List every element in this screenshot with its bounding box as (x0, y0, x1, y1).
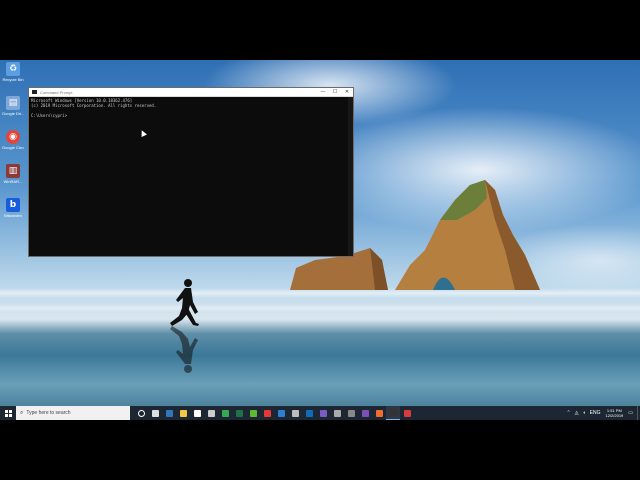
desktop-icon-label: Recycle Bin (2, 77, 24, 82)
system-tray: ⌃ ◬ ◖ ENG 1:51 PM 12/2/2019 ▭ (565, 406, 640, 420)
desktop-icon-google-drive[interactable]: ▤ Google Dri... (2, 96, 24, 116)
network-icon[interactable]: ◬ (575, 410, 579, 416)
console-prompt[interactable]: C:\Users\cypri> (31, 113, 351, 118)
app-red-icon (263, 409, 271, 417)
scrollbar[interactable] (348, 97, 353, 256)
clock-date: 12/2/2019 (605, 413, 624, 418)
taskbar-app-button[interactable] (274, 406, 288, 420)
wallpaper-wave (0, 304, 640, 312)
file-explorer-icon (179, 409, 187, 417)
desktop-icon-label: Google Dri... (2, 111, 24, 116)
taskbar-pinned-apps (134, 406, 414, 420)
volume-icon[interactable]: ◖ (583, 410, 586, 416)
desktop-icon-chrome[interactable]: ◉ Google Chrome (2, 130, 24, 150)
taskbar-app-button[interactable] (372, 406, 386, 420)
windows-logo-icon (4, 409, 12, 417)
taskbar-app-button[interactable] (246, 406, 260, 420)
app-gray-icon (347, 409, 355, 417)
desktop-icon-bitwarden[interactable]: b Bitwarden (2, 198, 24, 218)
mail-icon (193, 409, 201, 417)
search-icon: ⌕ (20, 409, 24, 416)
clock[interactable]: 1:51 PM 12/2/2019 (605, 408, 623, 418)
close-button[interactable]: ✕ (341, 88, 353, 97)
cmd-app-icon (32, 90, 37, 94)
taskbar-app-button[interactable] (400, 406, 414, 420)
desktop-screen: ♻ Recycle Bin ▤ Google Dri... ◉ Google C… (0, 60, 640, 420)
taskbar-app-button[interactable] (288, 406, 302, 420)
cmd-icon (389, 409, 397, 416)
drive-icon: ▤ (6, 96, 20, 110)
app-orange-icon (375, 409, 383, 417)
recycle-bin-icon: ♻ (6, 62, 20, 76)
desktop-icon-recycle-bin[interactable]: ♻ Recycle Bin (2, 62, 24, 82)
app-purple-icon (319, 409, 327, 417)
taskbar-app-button[interactable] (176, 406, 190, 420)
task-view-icon (151, 409, 159, 417)
bitwarden-icon: b (6, 198, 20, 212)
taskbar-app-button[interactable] (302, 406, 316, 420)
store-icon (207, 409, 215, 417)
taskbar-search-box[interactable]: ⌕ Type here to search (16, 406, 130, 420)
search-placeholder: Type here to search (26, 410, 71, 416)
minimize-button[interactable]: — (317, 88, 329, 97)
desktop-icon-winrar[interactable]: ▥ WinRAR... (2, 164, 24, 184)
taskbar-app-button[interactable] (344, 406, 358, 420)
app-blue-icon (277, 409, 285, 417)
command-prompt-window[interactable]: Command Prompt — ☐ ✕ Microsoft Windows [… (28, 87, 354, 257)
action-center-icon[interactable]: ▭ (628, 410, 633, 416)
taskbar-app-button[interactable] (204, 406, 218, 420)
archive-icon: ▥ (6, 164, 20, 178)
tray-chevron-icon[interactable]: ⌃ (567, 410, 571, 416)
app-circle-icon (291, 409, 299, 417)
obs-icon (361, 409, 369, 417)
desktop-icon-label: Google Chrome (2, 145, 24, 150)
taskbar-app-button[interactable] (148, 406, 162, 420)
start-button[interactable] (0, 406, 16, 420)
taskbar-app-button[interactable] (316, 406, 330, 420)
taskbar-app-button[interactable] (162, 406, 176, 420)
desktop-icon-label: WinRAR... (3, 179, 23, 184)
app-red2-icon (403, 409, 411, 417)
wallpaper-runner (170, 279, 199, 373)
maximize-button[interactable]: ☐ (329, 88, 341, 97)
taskbar-app-button[interactable] (330, 406, 344, 420)
window-title: Command Prompt (40, 89, 73, 95)
language-indicator[interactable]: ENG (590, 410, 601, 416)
taskbar-app-button[interactable] (190, 406, 204, 420)
taskbar-app-button[interactable] (386, 406, 400, 420)
settings-icon (333, 409, 341, 417)
excel-icon (235, 409, 243, 417)
taskbar-app-button[interactable] (218, 406, 232, 420)
console-output[interactable]: Microsoft Windows [Version 10.0.18362.47… (29, 97, 353, 119)
taskbar-app-button[interactable] (260, 406, 274, 420)
chrome-icon (221, 409, 229, 417)
taskbar: ⌕ Type here to search ⌃ ◬ ◖ ENG 1:51 PM … (0, 406, 640, 420)
camtasia-icon (249, 409, 257, 417)
cortana-icon (137, 409, 145, 417)
desktop-icon-label: Bitwarden (4, 213, 22, 218)
taskbar-app-button[interactable] (232, 406, 246, 420)
edge-icon (165, 409, 173, 417)
chrome-icon: ◉ (6, 130, 20, 144)
outlook-icon (305, 409, 313, 417)
taskbar-app-button[interactable] (134, 406, 148, 420)
wallpaper-rock-arch (395, 180, 540, 290)
taskbar-app-button[interactable] (358, 406, 372, 420)
window-titlebar[interactable]: Command Prompt — ☐ ✕ (29, 88, 353, 97)
